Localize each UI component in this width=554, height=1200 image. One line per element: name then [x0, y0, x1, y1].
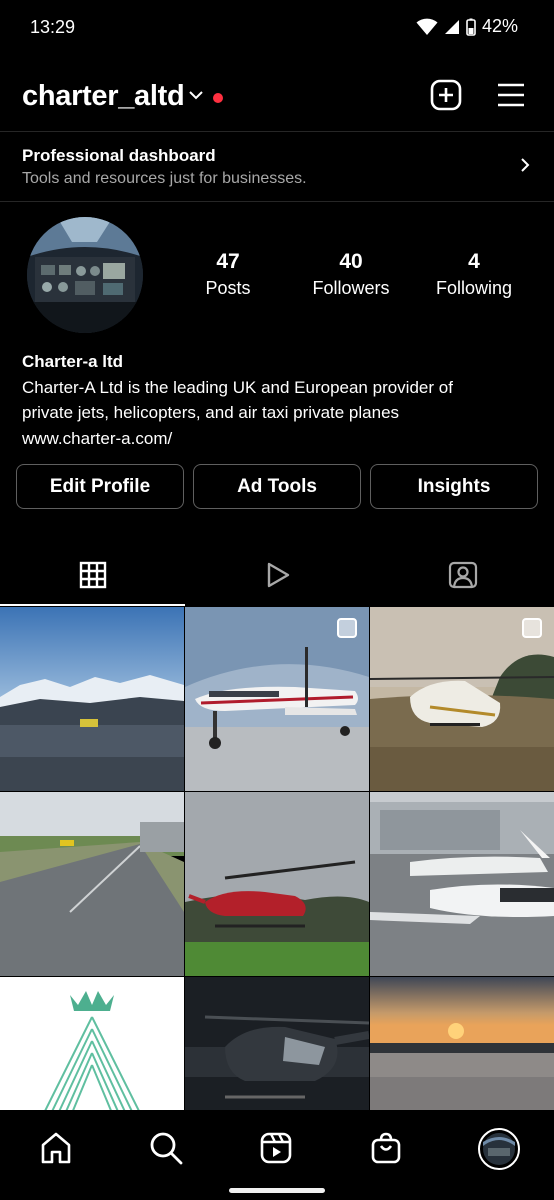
create-button[interactable] [429, 78, 463, 112]
edit-profile-button[interactable]: Edit Profile [16, 464, 184, 509]
account-switcher[interactable]: charter_altd [22, 80, 185, 113]
shop-icon [371, 1132, 401, 1164]
nav-shop[interactable] [366, 1128, 406, 1168]
bottom-navigation [0, 1110, 554, 1200]
stat-following[interactable]: 4 Following [409, 250, 539, 299]
profile-tabs [0, 543, 554, 607]
status-time: 13:29 [30, 17, 76, 37]
post-thumbnail[interactable] [185, 792, 369, 976]
battery-icon [466, 18, 476, 36]
stat-followers[interactable]: 40 Followers [286, 250, 416, 299]
post-thumbnail[interactable] [370, 792, 554, 976]
posts-grid [0, 607, 554, 1161]
battery-percent: 42% [481, 16, 518, 36]
stat-label: Followers [312, 278, 390, 298]
website-link[interactable]: www.charter-a.com/ [22, 426, 542, 452]
post-thumbnail[interactable] [185, 607, 369, 791]
tab-reels[interactable] [185, 543, 370, 607]
nav-search[interactable] [146, 1128, 186, 1168]
post-thumbnail[interactable] [0, 607, 184, 791]
plus-square-icon [430, 79, 462, 111]
stat-value: 4 [468, 250, 480, 273]
professional-dashboard[interactable]: Professional dashboard Tools and resourc… [0, 133, 554, 201]
insights-button[interactable]: Insights [370, 464, 538, 509]
stat-posts[interactable]: 47 Posts [163, 250, 293, 299]
signal-icon [444, 19, 459, 34]
hamburger-menu-icon [498, 83, 524, 107]
notification-dot [213, 93, 223, 103]
multiple-photos-icon [337, 618, 357, 638]
profile-header: charter_altd [0, 56, 554, 132]
divider [0, 201, 554, 202]
search-icon [150, 1132, 183, 1165]
nav-reels[interactable] [256, 1128, 296, 1168]
status-icons: 42% [416, 16, 518, 37]
tagged-person-icon [448, 561, 477, 589]
gesture-home-bar [229, 1188, 325, 1193]
chevron-down-icon[interactable] [188, 90, 204, 100]
profile-bio: Charter-a ltd Charter-A Ltd is the leadi… [22, 349, 542, 451]
reels-icon [260, 1132, 292, 1164]
bio-text-line: Charter-A Ltd is the leading UK and Euro… [22, 377, 453, 397]
bio-text-line: private jets, helicopters, and air taxi … [22, 403, 400, 422]
chevron-right-icon [521, 158, 530, 172]
nav-profile[interactable] [478, 1128, 520, 1170]
stat-value: 40 [339, 250, 363, 273]
nav-home[interactable] [36, 1128, 76, 1168]
stat-label: Following [435, 278, 513, 298]
home-icon [41, 1132, 71, 1164]
ad-tools-button[interactable]: Ad Tools [193, 464, 361, 509]
wifi-icon [416, 18, 438, 35]
multiple-photos-icon [522, 618, 542, 638]
profile-name: Charter-a ltd [22, 352, 124, 371]
active-tab-indicator [0, 604, 185, 606]
profile-actions: Edit Profile Ad Tools Insights [16, 464, 538, 509]
status-bar: 13:29 42% [0, 0, 554, 56]
stat-value: 47 [216, 250, 240, 273]
stat-label: Posts [205, 278, 251, 298]
tab-tagged[interactable] [370, 543, 554, 607]
tab-posts-grid[interactable] [0, 543, 185, 607]
grid-icon [79, 561, 106, 589]
profile-avatar [478, 1128, 520, 1170]
dashboard-title: Professional dashboard [22, 146, 216, 165]
reels-play-icon [267, 562, 289, 588]
menu-button[interactable] [494, 78, 528, 112]
dashboard-subtitle: Tools and resources just for businesses. [22, 170, 307, 187]
divider [0, 131, 554, 132]
profile-avatar[interactable] [27, 217, 143, 333]
post-thumbnail[interactable] [0, 792, 184, 976]
post-thumbnail[interactable] [370, 607, 554, 791]
